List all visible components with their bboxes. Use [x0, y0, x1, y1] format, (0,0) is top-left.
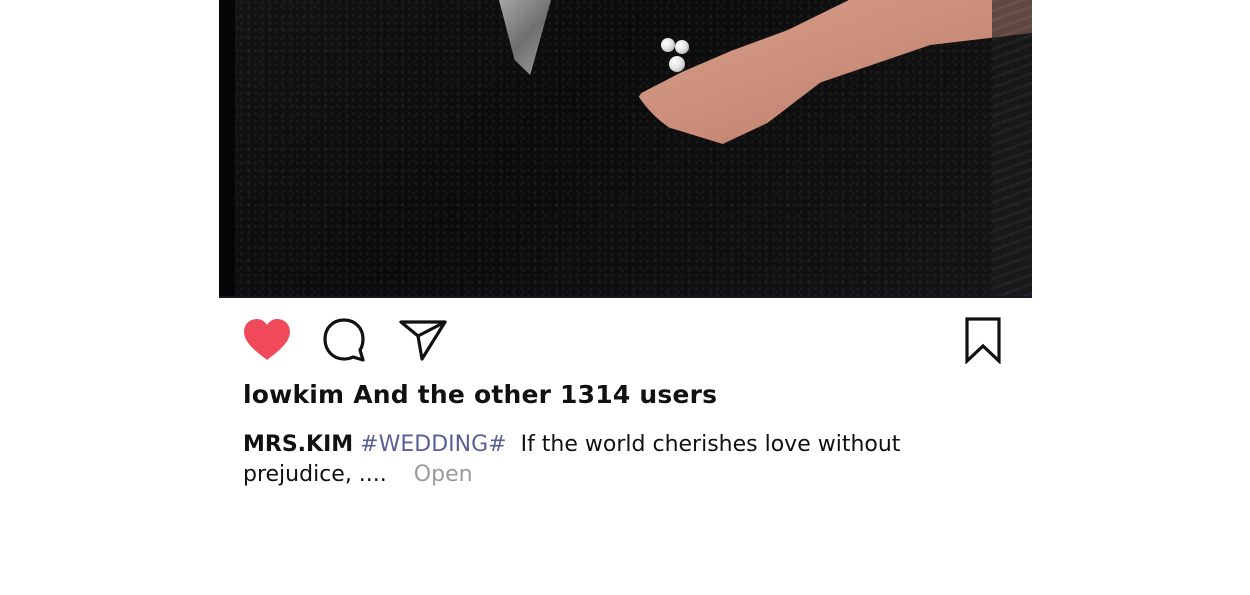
caption-open-link[interactable]: Open [414, 462, 473, 487]
caption-username[interactable]: MRS.KIM [243, 432, 353, 457]
action-bar [219, 312, 1032, 368]
photo-divider [219, 296, 1032, 298]
photo-ring [669, 56, 685, 72]
like-button[interactable] [241, 312, 293, 368]
photo-shadow [219, 0, 235, 297]
heart-filled-icon [244, 319, 290, 360]
photo-sleeve [992, 0, 1032, 297]
paper-plane-icon [399, 320, 447, 361]
photo-hand [625, 0, 1032, 144]
share-button[interactable] [396, 312, 450, 368]
post-card: lowkim And the other 1314 users MRS.KIM … [219, 0, 1032, 595]
speech-bubble-icon [323, 318, 365, 362]
save-button[interactable] [963, 312, 1003, 368]
photo-shirt-detail [499, 0, 551, 75]
photo-ring [675, 40, 689, 54]
post-photo[interactable] [219, 0, 1032, 297]
comment-button[interactable] [319, 312, 369, 368]
photo-ring [661, 38, 675, 52]
bookmark-icon [965, 317, 1001, 364]
likes-summary[interactable]: lowkim And the other 1314 users [243, 380, 717, 409]
caption-hashtag[interactable]: #WEDDING# [360, 432, 506, 457]
post-caption: MRS.KIM #WEDDING# If the world cherishes… [243, 430, 943, 490]
